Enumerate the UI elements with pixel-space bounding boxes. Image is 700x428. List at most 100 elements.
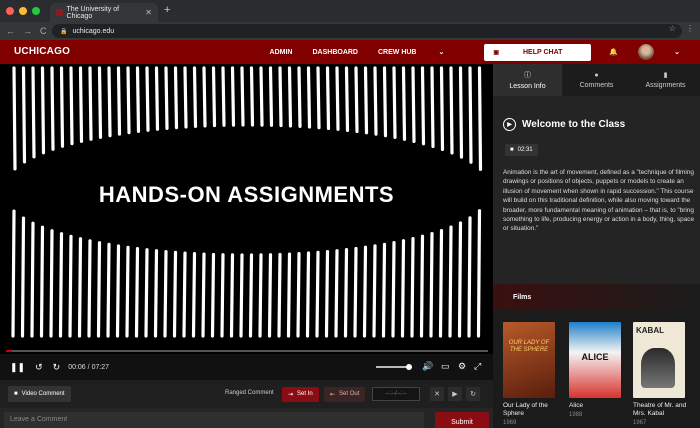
set-in-label: Set In — [297, 391, 313, 397]
camera-icon: ■ — [510, 147, 514, 153]
film-year: 1969 — [503, 420, 517, 426]
lesson-heading: ▶ Welcome to the Class — [503, 118, 625, 131]
lesson-title: Welcome to the Class — [522, 119, 626, 130]
site-header: UCHICAGO ADMIN DASHBOARD CREW HUB ⌄ ▣ HE… — [0, 40, 700, 64]
video-progress-fill — [6, 350, 13, 352]
pause-icon[interactable]: ❚❚ — [10, 362, 25, 373]
nav-admin[interactable]: ADMIN — [270, 49, 293, 56]
nav-dashboard[interactable]: DASHBOARD — [312, 49, 358, 56]
window-controls — [6, 7, 40, 15]
bell-icon[interactable]: 🔔 — [609, 48, 618, 56]
video-comment-button[interactable]: ■ Video Comment — [8, 386, 71, 402]
lesson-description: Animation is the art of movement, define… — [503, 169, 695, 233]
film-poster[interactable]: OUR LADY OF THE SPHERE — [503, 322, 555, 398]
captions-icon[interactable]: ▭ — [441, 361, 450, 372]
nav-crew-hub-label: CREW HUB — [377, 49, 417, 56]
panel-tabs: ⓘ Lesson Info ● Comments ▮ Assignments — [493, 64, 700, 96]
poster-text: OUR LADY OF THE SPHERE — [508, 340, 550, 353]
lesson-panel: ⓘ Lesson Info ● Comments ▮ Assignments ▶… — [493, 64, 700, 428]
comment-input[interactable]: Leave a Comment — [4, 412, 424, 428]
site-logo[interactable]: UCHICAGO — [14, 46, 70, 57]
current-time: 00:06 — [68, 363, 86, 371]
set-out-icon: ⇤ — [330, 392, 336, 398]
lock-icon: 🔒 — [60, 28, 68, 35]
browser-tab[interactable]: The University of Chicago ✕ — [50, 3, 158, 22]
film-poster[interactable]: KABAL — [633, 322, 685, 398]
films-section: Films OUR LADY OF THE SPHERE Our Lady of… — [493, 284, 700, 428]
url-input[interactable]: 🔒 uchicago.edu ☆ ⋮ — [52, 24, 694, 38]
help-chat-label: HELP CHAT — [522, 48, 563, 56]
film-title[interactable]: Theatre of Mr. and Mrs. Kabal — [633, 402, 697, 418]
film-year: 1967 — [633, 420, 647, 426]
reset-range-icon[interactable]: ↻ — [466, 387, 480, 401]
close-window-button[interactable] — [6, 7, 14, 15]
tab-assignments-label: Assignments — [645, 82, 686, 89]
chat-icon: ▣ — [493, 49, 499, 56]
avatar[interactable] — [638, 44, 655, 60]
bookmark-star-icon[interactable]: ☆ — [669, 24, 676, 33]
reload-icon[interactable]: C — [40, 26, 47, 36]
film-poster[interactable]: ALICE — [569, 322, 621, 398]
video-controls: ❚❚ ↺ ↻ 00:06 / 07:27 🔊 ▭ ⚙ ⤢ — [0, 354, 493, 380]
film-title[interactable]: Our Lady of the Sphere — [503, 402, 559, 418]
set-out-label: Set Out — [339, 391, 360, 397]
favicon-icon — [56, 9, 63, 16]
volume-knob[interactable] — [406, 364, 412, 370]
total-time: 07:27 — [91, 363, 110, 371]
clear-range-icon[interactable]: ✕ — [430, 387, 444, 401]
forward-skip-icon[interactable]: ↻ — [53, 362, 61, 373]
leave-comment-row: Leave a Comment Submit — [0, 408, 493, 428]
video-frame-art — [11, 66, 483, 338]
poster-text: KABAL — [636, 326, 664, 335]
lesson-duration-badge: ■ 02:31 — [505, 144, 538, 156]
play-range-icon[interactable]: ▶ — [448, 387, 462, 401]
video-progress-bar[interactable] — [6, 350, 488, 352]
comment-toolbar: ■ Video Comment Ranged Comment ⇥ Set In … — [0, 380, 493, 408]
submit-button[interactable]: Submit — [435, 412, 489, 428]
set-in-button[interactable]: ⇥ Set In — [282, 387, 319, 402]
films-heading: Films — [493, 284, 700, 310]
new-tab-button[interactable]: + — [164, 4, 170, 16]
forward-icon[interactable]: → — [23, 26, 32, 36]
back-icon[interactable]: ← — [6, 26, 15, 36]
video-player[interactable]: HANDS-ON ASSIGNMENTS — [0, 64, 493, 354]
tab-lesson-info[interactable]: ⓘ Lesson Info — [493, 64, 562, 96]
browser-menu-icon[interactable]: ⋮ — [686, 24, 694, 33]
range-time-field[interactable]: --:--/--:-- — [372, 387, 420, 401]
help-chat-button[interactable]: ▣ HELP CHAT — [484, 43, 592, 61]
camera-icon: ■ — [14, 391, 18, 397]
video-comment-label: Video Comment — [21, 391, 65, 397]
tab-comments-label: Comments — [579, 81, 614, 89]
tab-close-icon[interactable]: ✕ — [145, 8, 152, 17]
rewind-icon[interactable]: ↺ — [35, 362, 43, 373]
ranged-comment-label: Ranged Comment — [225, 390, 274, 396]
settings-gear-icon[interactable]: ⚙ — [458, 361, 466, 372]
maximize-window-button[interactable] — [32, 7, 40, 15]
poster-text: ALICE — [581, 352, 609, 362]
tab-assignments[interactable]: ▮ Assignments — [631, 64, 700, 96]
tab-bar: The University of Chicago ✕ + — [0, 0, 700, 22]
header-nav: ADMIN DASHBOARD CREW HUB ⌄ ▣ HELP CHAT 🔔… — [270, 40, 700, 64]
play-circle-icon[interactable]: ▶ — [503, 118, 516, 131]
set-out-button[interactable]: ⇤ Set Out — [324, 387, 366, 402]
volume-slider[interactable] — [376, 364, 412, 370]
book-icon: ▮ — [663, 72, 668, 79]
tab-lesson-info-label: Lesson Info — [509, 83, 546, 90]
volume-icon[interactable]: 🔊 — [422, 361, 433, 372]
comment-icon: ● — [594, 71, 599, 79]
minimize-window-button[interactable] — [19, 7, 27, 15]
lesson-duration: 02:31 — [517, 147, 533, 153]
video-time: 00:06 / 07:27 — [68, 363, 110, 371]
nav-crew-hub[interactable]: CREW HUB ⌄ — [378, 48, 464, 56]
chevron-down-icon[interactable]: ⌄ — [674, 48, 680, 56]
tab-comments[interactable]: ● Comments — [562, 64, 631, 96]
chevron-down-icon: ⌄ — [438, 49, 445, 56]
set-in-icon: ⇥ — [288, 392, 294, 398]
tab-title: The University of Chicago — [66, 5, 120, 20]
poster-figure — [641, 348, 675, 388]
fullscreen-icon[interactable]: ⤢ — [474, 361, 481, 372]
film-year: 1988 — [569, 412, 583, 418]
address-bar-row: ← → C 🔒 uchicago.edu ☆ ⋮ — [0, 22, 700, 40]
film-title[interactable]: Alice — [569, 402, 583, 410]
video-overlay-title: HANDS-ON ASSIGNMENTS — [98, 182, 395, 207]
